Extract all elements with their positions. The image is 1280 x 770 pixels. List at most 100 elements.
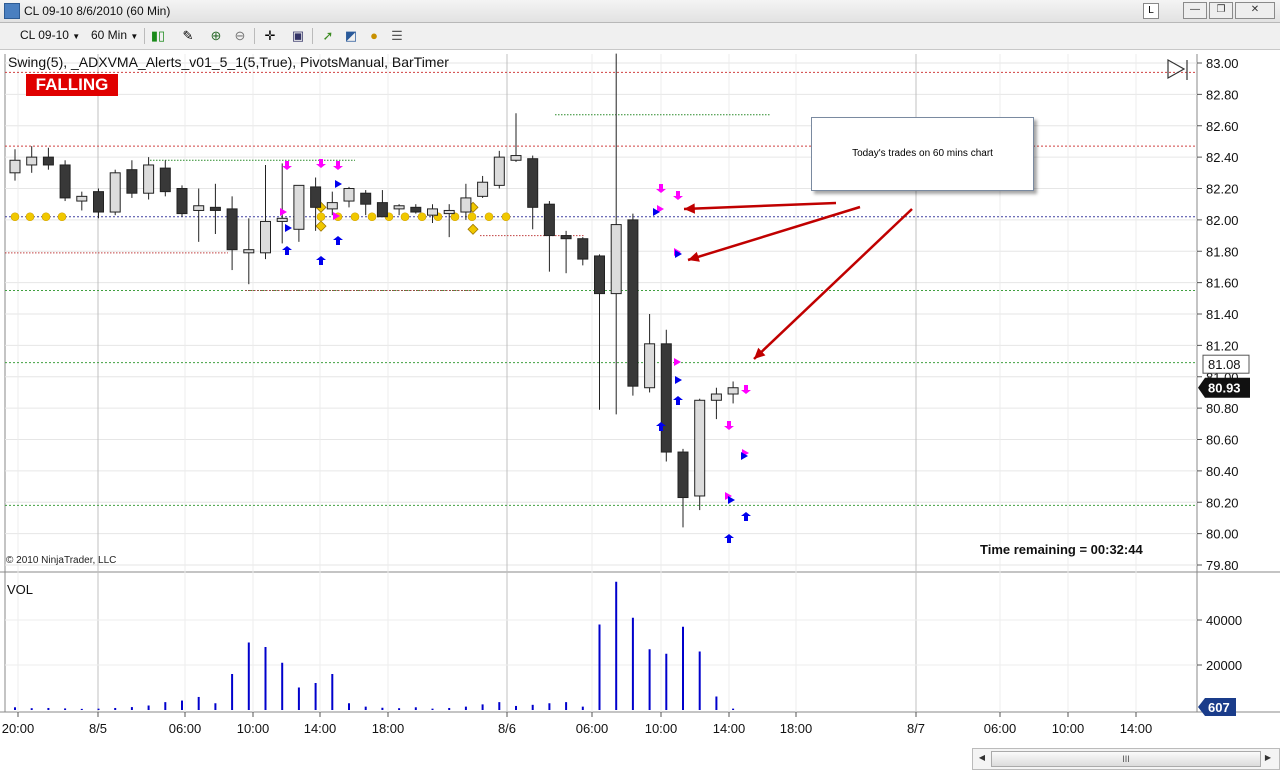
time-tick-label: 14:00 bbox=[713, 721, 746, 736]
sell-signal-arrow bbox=[724, 421, 734, 430]
candle-body bbox=[226, 208, 238, 251]
chart-scrollbar[interactable]: ◀ III ▶ bbox=[972, 748, 1280, 770]
price-tick-label: 81.60 bbox=[1206, 276, 1239, 291]
candle-body bbox=[710, 393, 722, 401]
candle-body bbox=[310, 186, 322, 208]
price-tick-label: 79.80 bbox=[1206, 558, 1239, 573]
price-tick-label: 82.20 bbox=[1206, 182, 1239, 197]
candle-body bbox=[610, 224, 622, 295]
candle-body bbox=[594, 255, 605, 295]
candle-body bbox=[176, 188, 188, 215]
sell-signal-arrow bbox=[741, 385, 751, 394]
candle-body bbox=[694, 399, 706, 497]
adxvma-dot bbox=[467, 212, 477, 222]
adxvma-diamond bbox=[315, 220, 327, 232]
candle-body bbox=[209, 206, 221, 211]
candle-body bbox=[59, 164, 71, 199]
candle-body bbox=[126, 169, 138, 194]
candle-body bbox=[460, 197, 472, 213]
candle-body bbox=[193, 205, 205, 211]
candle-body bbox=[42, 156, 54, 166]
candle-body bbox=[393, 205, 405, 210]
sell-signal-arrow bbox=[282, 161, 292, 170]
price-tick-label: 83.00 bbox=[1206, 56, 1239, 71]
candle-body bbox=[376, 202, 388, 218]
candle-body bbox=[443, 209, 455, 215]
price-tick-label: 82.60 bbox=[1206, 119, 1239, 134]
status-badge: FALLING bbox=[26, 74, 118, 96]
candle-body bbox=[143, 164, 155, 194]
adxvma-dot bbox=[25, 212, 35, 222]
price-tick-label: 81.80 bbox=[1206, 244, 1239, 259]
adxvma-dot bbox=[484, 212, 494, 222]
candle-body bbox=[677, 451, 689, 499]
annotation-arrowhead bbox=[684, 203, 696, 214]
time-tick-label: 8/5 bbox=[89, 721, 107, 736]
candle-body bbox=[627, 219, 639, 387]
buy-signal-arrow bbox=[316, 256, 326, 265]
buy-signal-arrow bbox=[673, 396, 683, 405]
adxvma-dot bbox=[367, 212, 377, 222]
volume-panel-label: VOL bbox=[7, 582, 34, 597]
candle-body bbox=[360, 192, 372, 205]
buy-signal-arrow bbox=[333, 236, 343, 245]
bar-timer-text: Time remaining = 00:32:44 bbox=[980, 542, 1143, 557]
price-tick-label: 82.80 bbox=[1206, 87, 1239, 102]
scroll-right-icon[interactable]: ▶ bbox=[1261, 751, 1275, 765]
price-tick-label: 80.20 bbox=[1206, 495, 1239, 510]
candle-body bbox=[660, 343, 672, 453]
candle-body bbox=[26, 156, 38, 166]
candle-body bbox=[276, 217, 288, 222]
price-tick-label: 81.40 bbox=[1206, 307, 1239, 322]
trade-marker bbox=[674, 358, 681, 366]
price-tick-label: 80.80 bbox=[1206, 401, 1239, 416]
candle-body bbox=[76, 195, 88, 202]
candle-body bbox=[543, 203, 555, 237]
candle-body bbox=[427, 208, 438, 216]
buy-signal-arrow bbox=[724, 534, 734, 543]
marked-price-label: 81.08 bbox=[1208, 357, 1241, 372]
time-tick-label: 06:00 bbox=[984, 721, 1017, 736]
candle-body bbox=[510, 155, 522, 161]
adxvma-dot bbox=[350, 212, 360, 222]
scrollbar-thumb[interactable]: III bbox=[991, 751, 1261, 767]
sell-signal-arrow bbox=[673, 191, 683, 200]
trade-marker bbox=[280, 208, 287, 216]
price-tick-label: 80.60 bbox=[1206, 433, 1239, 448]
buy-signal-arrow bbox=[282, 246, 292, 255]
annotation-arrow bbox=[683, 201, 837, 211]
candle-body bbox=[260, 220, 271, 254]
time-tick-label: 18:00 bbox=[780, 721, 813, 736]
adxvma-dot bbox=[41, 212, 51, 222]
time-tick-label: 18:00 bbox=[372, 721, 405, 736]
adxvma-dot bbox=[417, 212, 427, 222]
volume-tick-label: 40000 bbox=[1206, 613, 1242, 628]
time-tick-label: 10:00 bbox=[237, 721, 270, 736]
time-tick-label: 10:00 bbox=[1052, 721, 1085, 736]
price-chart[interactable]: 83.00 82.80 82.60 82.40 82.20 82.00 81.80 81.60… bbox=[0, 0, 1280, 748]
candle-body bbox=[93, 191, 104, 213]
price-tick-label: 81.20 bbox=[1206, 338, 1239, 353]
candle-body bbox=[159, 167, 171, 193]
trade-marker bbox=[335, 180, 342, 188]
price-tick-label: 82.40 bbox=[1206, 150, 1239, 165]
candle-body bbox=[527, 158, 539, 208]
candle-body bbox=[644, 343, 656, 389]
candle-body bbox=[727, 387, 739, 395]
current-price-label: 80.93 bbox=[1208, 381, 1241, 396]
scroll-left-icon[interactable]: ◀ bbox=[975, 751, 989, 765]
volume-tick-label: 20000 bbox=[1206, 658, 1242, 673]
candle-body bbox=[577, 238, 589, 260]
time-tick-label: 14:00 bbox=[1120, 721, 1153, 736]
adxvma-dot bbox=[10, 212, 20, 222]
adxvma-dot bbox=[57, 212, 67, 222]
indicator-list: Swing(5), _ADXVMA_Alerts_v01_5_1(5,True)… bbox=[8, 54, 449, 70]
candle-body bbox=[109, 172, 121, 213]
candle-body bbox=[343, 188, 355, 202]
adxvma-dot bbox=[400, 212, 410, 222]
candle-body bbox=[326, 202, 338, 210]
annotation-arrow bbox=[687, 205, 861, 262]
volume-value-label: 607 bbox=[1208, 700, 1230, 715]
candle-body bbox=[9, 159, 21, 174]
annotation-callout[interactable]: Today's trades on 60 mins chart bbox=[811, 117, 1034, 191]
